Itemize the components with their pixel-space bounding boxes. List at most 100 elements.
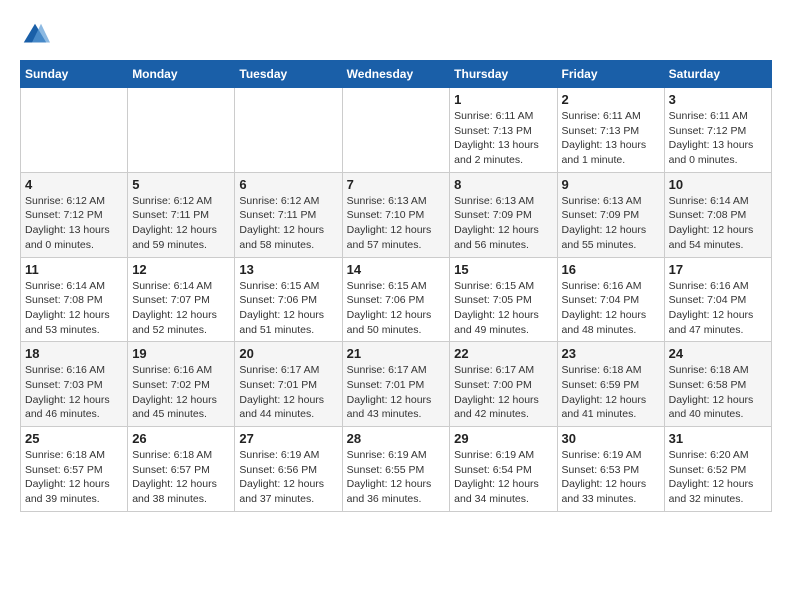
day-cell: 10 Sunrise: 6:14 AM Sunset: 7:08 PM Dayli…: [664, 172, 771, 257]
header-saturday: Saturday: [664, 61, 771, 88]
calendar-table: SundayMondayTuesdayWednesdayThursdayFrid…: [20, 60, 772, 512]
day-number: 12: [132, 262, 230, 277]
header-tuesday: Tuesday: [235, 61, 342, 88]
day-info: Sunrise: 6:15 AM Sunset: 7:06 PM Dayligh…: [239, 279, 337, 338]
header-friday: Friday: [557, 61, 664, 88]
day-info: Sunrise: 6:15 AM Sunset: 7:06 PM Dayligh…: [347, 279, 446, 338]
day-info: Sunrise: 6:11 AM Sunset: 7:13 PM Dayligh…: [454, 109, 552, 168]
day-info: Sunrise: 6:12 AM Sunset: 7:11 PM Dayligh…: [239, 194, 337, 253]
week-row-5: 25 Sunrise: 6:18 AM Sunset: 6:57 PM Dayli…: [21, 427, 772, 512]
day-cell: 22 Sunrise: 6:17 AM Sunset: 7:00 PM Dayli…: [450, 342, 557, 427]
day-info: Sunrise: 6:12 AM Sunset: 7:12 PM Dayligh…: [25, 194, 123, 253]
day-info: Sunrise: 6:14 AM Sunset: 7:08 PM Dayligh…: [669, 194, 767, 253]
day-cell: 6 Sunrise: 6:12 AM Sunset: 7:11 PM Daylig…: [235, 172, 342, 257]
day-cell: 11Sunrise: 6:14 AM Sunset: 7:08 PM Dayli…: [21, 257, 128, 342]
day-cell: [235, 88, 342, 173]
day-number: 17: [669, 262, 767, 277]
header-thursday: Thursday: [450, 61, 557, 88]
day-cell: 20 Sunrise: 6:17 AM Sunset: 7:01 PM Dayli…: [235, 342, 342, 427]
day-info: Sunrise: 6:19 AM Sunset: 6:54 PM Dayligh…: [454, 448, 552, 507]
day-info: Sunrise: 6:17 AM Sunset: 7:00 PM Dayligh…: [454, 363, 552, 422]
day-number: 6: [239, 177, 337, 192]
day-info: Sunrise: 6:11 AM Sunset: 7:12 PM Dayligh…: [669, 109, 767, 168]
day-info: Sunrise: 6:19 AM Sunset: 6:55 PM Dayligh…: [347, 448, 446, 507]
day-number: 28: [347, 431, 446, 446]
day-number: 18: [25, 346, 123, 361]
day-info: Sunrise: 6:20 AM Sunset: 6:52 PM Dayligh…: [669, 448, 767, 507]
day-cell: 19 Sunrise: 6:16 AM Sunset: 7:02 PM Dayli…: [128, 342, 235, 427]
day-cell: 5 Sunrise: 6:12 AM Sunset: 7:11 PM Daylig…: [128, 172, 235, 257]
day-number: 1: [454, 92, 552, 107]
day-info: Sunrise: 6:12 AM Sunset: 7:11 PM Dayligh…: [132, 194, 230, 253]
day-info: Sunrise: 6:13 AM Sunset: 7:09 PM Dayligh…: [454, 194, 552, 253]
week-row-1: 1 Sunrise: 6:11 AM Sunset: 7:13 PM Daylig…: [21, 88, 772, 173]
header-monday: Monday: [128, 61, 235, 88]
day-number: 16: [562, 262, 660, 277]
day-number: 29: [454, 431, 552, 446]
day-number: 2: [562, 92, 660, 107]
day-cell: 31 Sunrise: 6:20 AM Sunset: 6:52 PM Dayli…: [664, 427, 771, 512]
day-cell: 21 Sunrise: 6:17 AM Sunset: 7:01 PM Dayli…: [342, 342, 450, 427]
day-info: Sunrise: 6:16 AM Sunset: 7:04 PM Dayligh…: [669, 279, 767, 338]
day-info: Sunrise: 6:18 AM Sunset: 6:58 PM Dayligh…: [669, 363, 767, 422]
day-info: Sunrise: 6:16 AM Sunset: 7:03 PM Dayligh…: [25, 363, 123, 422]
header-wednesday: Wednesday: [342, 61, 450, 88]
logo-icon: [20, 20, 50, 50]
day-number: 21: [347, 346, 446, 361]
day-cell: 9 Sunrise: 6:13 AM Sunset: 7:09 PM Daylig…: [557, 172, 664, 257]
day-number: 5: [132, 177, 230, 192]
day-info: Sunrise: 6:15 AM Sunset: 7:05 PM Dayligh…: [454, 279, 552, 338]
day-info: Sunrise: 6:18 AM Sunset: 6:57 PM Dayligh…: [25, 448, 123, 507]
day-info: Sunrise: 6:17 AM Sunset: 7:01 PM Dayligh…: [239, 363, 337, 422]
day-info: Sunrise: 6:17 AM Sunset: 7:01 PM Dayligh…: [347, 363, 446, 422]
day-cell: 13Sunrise: 6:15 AM Sunset: 7:06 PM Dayli…: [235, 257, 342, 342]
day-number: 14: [347, 262, 446, 277]
day-cell: 26 Sunrise: 6:18 AM Sunset: 6:57 PM Dayli…: [128, 427, 235, 512]
day-cell: 14 Sunrise: 6:15 AM Sunset: 7:06 PM Dayli…: [342, 257, 450, 342]
day-number: 22: [454, 346, 552, 361]
day-number: 15: [454, 262, 552, 277]
day-info: Sunrise: 6:13 AM Sunset: 7:09 PM Dayligh…: [562, 194, 660, 253]
day-cell: [21, 88, 128, 173]
day-info: Sunrise: 6:13 AM Sunset: 7:10 PM Dayligh…: [347, 194, 446, 253]
header-row: SundayMondayTuesdayWednesdayThursdayFrid…: [21, 61, 772, 88]
day-cell: 28 Sunrise: 6:19 AM Sunset: 6:55 PM Dayli…: [342, 427, 450, 512]
week-row-2: 4Sunrise: 6:12 AM Sunset: 7:12 PM Daylig…: [21, 172, 772, 257]
day-cell: 16 Sunrise: 6:16 AM Sunset: 7:04 PM Dayli…: [557, 257, 664, 342]
day-number: 8: [454, 177, 552, 192]
day-cell: 23 Sunrise: 6:18 AM Sunset: 6:59 PM Dayli…: [557, 342, 664, 427]
day-info: Sunrise: 6:16 AM Sunset: 7:04 PM Dayligh…: [562, 279, 660, 338]
day-cell: 24 Sunrise: 6:18 AM Sunset: 6:58 PM Dayli…: [664, 342, 771, 427]
day-number: 31: [669, 431, 767, 446]
logo: [20, 20, 54, 50]
day-cell: 30Sunrise: 6:19 AM Sunset: 6:53 PM Dayli…: [557, 427, 664, 512]
day-cell: 1 Sunrise: 6:11 AM Sunset: 7:13 PM Daylig…: [450, 88, 557, 173]
day-number: 23: [562, 346, 660, 361]
day-info: Sunrise: 6:19 AM Sunset: 6:56 PM Dayligh…: [239, 448, 337, 507]
day-cell: 2 Sunrise: 6:11 AM Sunset: 7:13 PM Daylig…: [557, 88, 664, 173]
day-cell: 27Sunrise: 6:19 AM Sunset: 6:56 PM Dayli…: [235, 427, 342, 512]
day-number: 19: [132, 346, 230, 361]
day-number: 24: [669, 346, 767, 361]
day-info: Sunrise: 6:19 AM Sunset: 6:53 PM Dayligh…: [562, 448, 660, 507]
day-cell: 3 Sunrise: 6:11 AM Sunset: 7:12 PM Daylig…: [664, 88, 771, 173]
day-cell: 25 Sunrise: 6:18 AM Sunset: 6:57 PM Dayli…: [21, 427, 128, 512]
day-number: 11: [25, 262, 123, 277]
day-number: 10: [669, 177, 767, 192]
day-cell: 7Sunrise: 6:13 AM Sunset: 7:10 PM Daylig…: [342, 172, 450, 257]
header-sunday: Sunday: [21, 61, 128, 88]
day-cell: 18 Sunrise: 6:16 AM Sunset: 7:03 PM Dayli…: [21, 342, 128, 427]
day-cell: 4Sunrise: 6:12 AM Sunset: 7:12 PM Daylig…: [21, 172, 128, 257]
day-number: 20: [239, 346, 337, 361]
day-info: Sunrise: 6:18 AM Sunset: 6:57 PM Dayligh…: [132, 448, 230, 507]
day-number: 3: [669, 92, 767, 107]
day-info: Sunrise: 6:18 AM Sunset: 6:59 PM Dayligh…: [562, 363, 660, 422]
day-number: 9: [562, 177, 660, 192]
day-cell: 17 Sunrise: 6:16 AM Sunset: 7:04 PM Dayli…: [664, 257, 771, 342]
day-info: Sunrise: 6:11 AM Sunset: 7:13 PM Dayligh…: [562, 109, 660, 168]
day-info: Sunrise: 6:16 AM Sunset: 7:02 PM Dayligh…: [132, 363, 230, 422]
day-cell: 29 Sunrise: 6:19 AM Sunset: 6:54 PM Dayli…: [450, 427, 557, 512]
day-number: 26: [132, 431, 230, 446]
day-cell: [342, 88, 450, 173]
day-number: 25: [25, 431, 123, 446]
